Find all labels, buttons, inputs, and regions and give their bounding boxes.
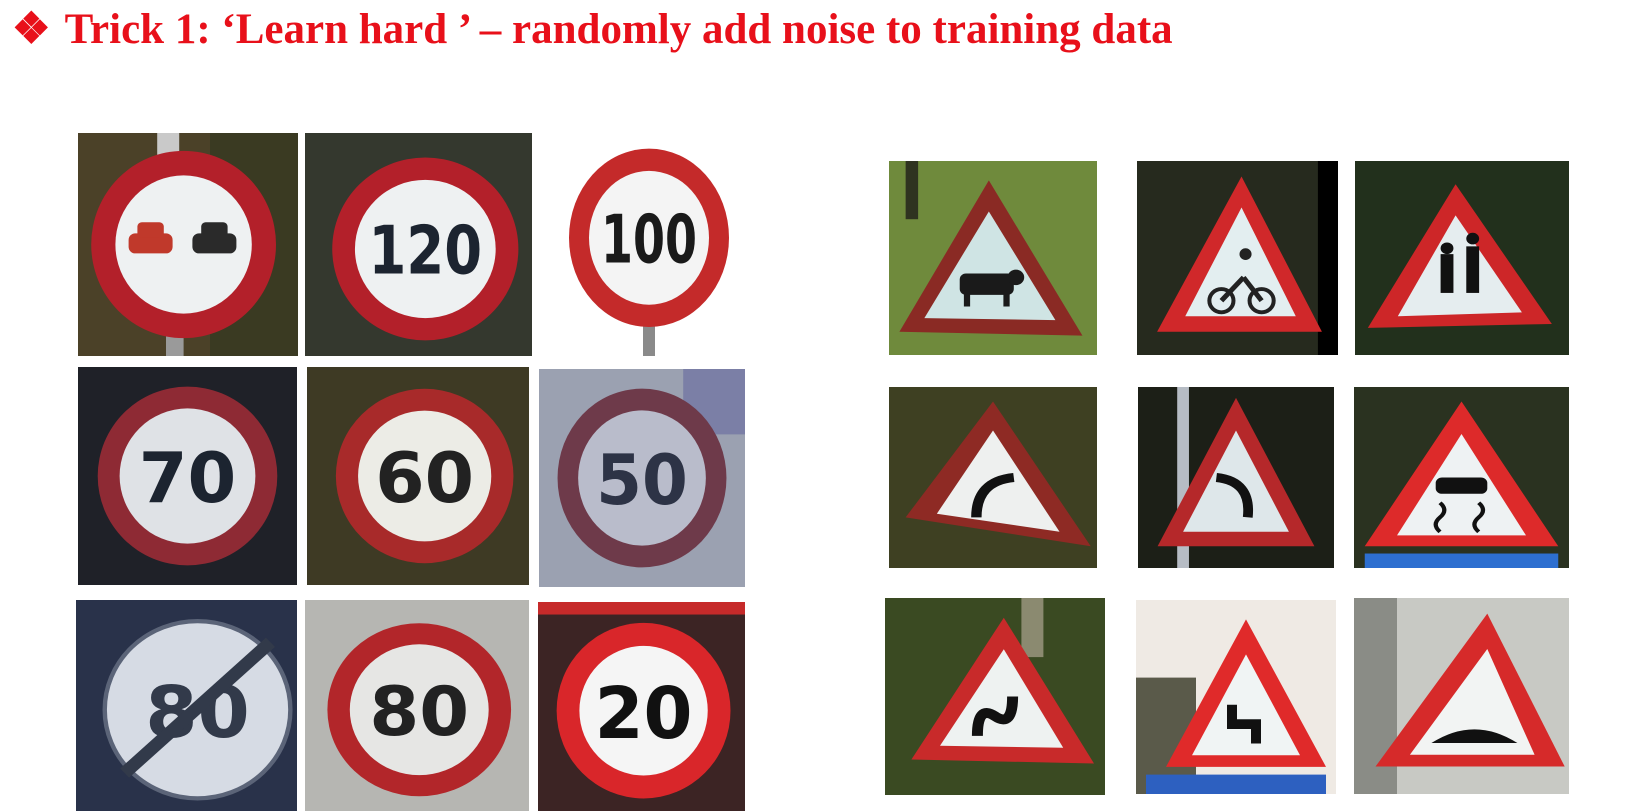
sign-speed-text: 50 (596, 440, 688, 521)
sign-speed-text: 100 (601, 200, 697, 278)
sign-speed-text: 70 (139, 438, 237, 519)
slide-title-text: Trick 1: ‘Learn hard ’ – randomly add no… (64, 6, 1173, 53)
sign-speed-text: 80 (369, 673, 469, 752)
cattle-crossing-sign-image (889, 161, 1097, 355)
speed-limit-100-sign-image: 100 (549, 133, 749, 356)
speed-limit-50-sign-image: 50 (539, 369, 745, 587)
curve-left-sign-image (889, 387, 1097, 568)
no-overtaking-sign-image (78, 133, 298, 356)
slippery-road-sign-image (1354, 387, 1569, 568)
sign-speed-text: 60 (375, 438, 474, 519)
speed-limit-70-sign-image: 70 (78, 367, 297, 585)
double-curve-sign-image (885, 598, 1105, 795)
cyclists-sign-image (1137, 161, 1338, 355)
slide-title: ❖ Trick 1: ‘Learn hard ’ – randomly add n… (12, 4, 1173, 56)
speed-limit-120-sign-image: 120 (305, 133, 532, 356)
speed-limit-20-sign-image: 20 (538, 602, 745, 811)
winding-road-sign-image (1136, 600, 1336, 794)
speed-limit-80-sign-image: 80 (305, 600, 529, 811)
speed-bump-sign-image (1354, 598, 1569, 794)
diamond-bullet-icon: ❖ (12, 6, 51, 53)
sign-speed-text: 120 (369, 211, 483, 289)
speed-limit-60-sign-image: 60 (307, 367, 529, 585)
children-crossing-sign-image (1355, 161, 1569, 355)
end-speed-limit-80-sign-image: 80 (76, 600, 297, 811)
curve-right-sign-image (1138, 387, 1334, 568)
sign-speed-text: 20 (595, 672, 693, 755)
